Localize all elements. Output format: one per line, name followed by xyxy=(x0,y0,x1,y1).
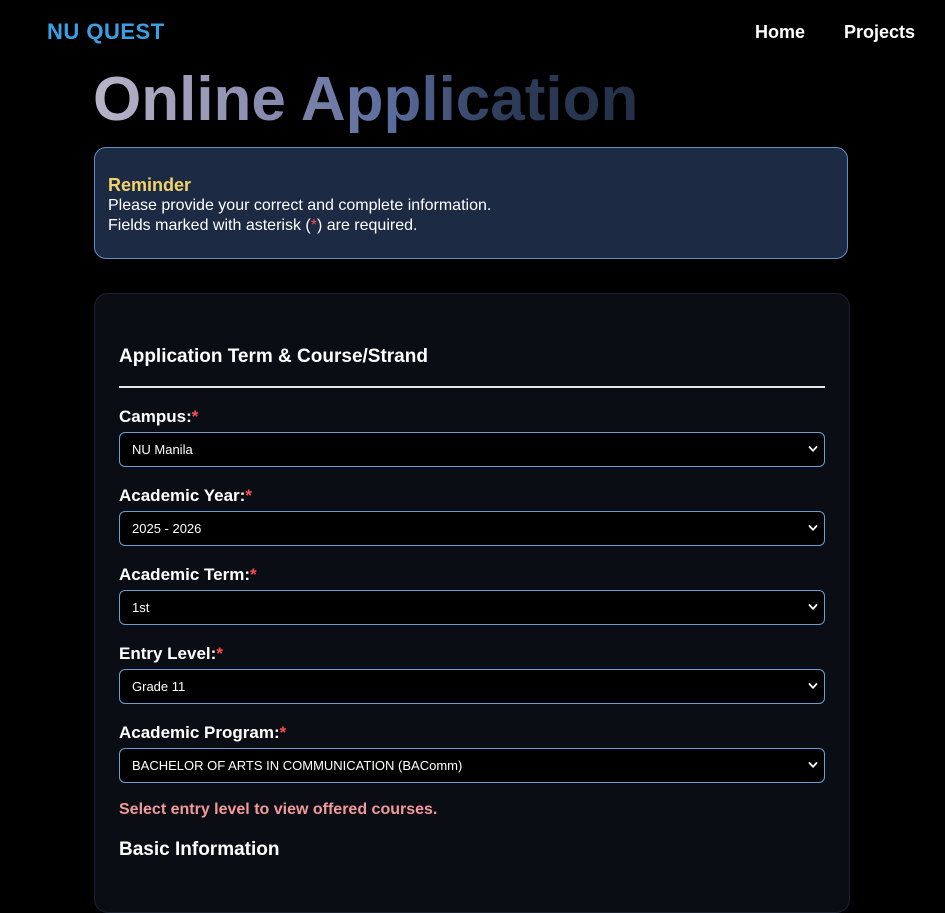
chevron-down-icon xyxy=(808,762,818,768)
reminder-line-2-end: ) are required. xyxy=(316,217,418,234)
academic-year-select-value: 2025 - 2026 xyxy=(132,521,202,536)
reminder-line-1: Please provide your correct and complete… xyxy=(108,197,492,214)
reminder-line-2-start: Fields marked with asterisk ( xyxy=(108,217,311,234)
academic-program-label-text: Academic Program: xyxy=(119,723,280,742)
page-title: Online Application xyxy=(93,62,638,138)
section-title-basic-information: Basic Information xyxy=(119,839,280,860)
top-nav: NU QUEST Home Projects xyxy=(0,0,945,66)
application-form: Application Term & Course/Strand Campus:… xyxy=(94,293,850,913)
chevron-down-icon xyxy=(808,604,818,610)
academic-year-label: Academic Year:* xyxy=(119,486,252,506)
entry-level-hint: Select entry level to view offered cours… xyxy=(119,801,438,818)
required-asterisk: * xyxy=(216,644,223,663)
academic-term-select[interactable]: 1st xyxy=(119,590,825,625)
brand-logo[interactable]: NU QUEST xyxy=(47,19,165,45)
campus-select-value: NU Manila xyxy=(132,442,193,457)
campus-label-text: Campus: xyxy=(119,407,192,426)
reminder-title: Reminder xyxy=(108,175,192,195)
academic-program-label: Academic Program:* xyxy=(119,723,286,743)
entry-level-label: Entry Level:* xyxy=(119,644,223,664)
section-divider xyxy=(119,386,825,388)
campus-select[interactable]: NU Manila xyxy=(119,432,825,467)
chevron-down-icon xyxy=(808,446,818,452)
academic-year-label-text: Academic Year: xyxy=(119,486,246,505)
academic-program-select[interactable]: BACHELOR OF ARTS IN COMMUNICATION (BACom… xyxy=(119,748,825,783)
academic-term-label: Academic Term:* xyxy=(119,565,257,585)
campus-label: Campus:* xyxy=(119,407,198,427)
required-asterisk: * xyxy=(245,486,252,505)
academic-year-select[interactable]: 2025 - 2026 xyxy=(119,511,825,546)
reminder-box: Reminder Please provide your correct and… xyxy=(94,147,848,259)
academic-term-select-value: 1st xyxy=(132,600,150,615)
chevron-down-icon xyxy=(808,683,818,689)
entry-level-select-value: Grade 11 xyxy=(132,679,186,694)
required-asterisk: * xyxy=(250,565,257,584)
nav-link-home[interactable]: Home xyxy=(755,22,805,43)
section-title-application-term: Application Term & Course/Strand xyxy=(119,346,428,367)
entry-level-label-text: Entry Level: xyxy=(119,644,217,663)
academic-program-select-value: BACHELOR OF ARTS IN COMMUNICATION (BACom… xyxy=(132,758,463,773)
entry-level-select[interactable]: Grade 11 xyxy=(119,669,825,704)
required-asterisk: * xyxy=(279,723,287,742)
academic-term-label-text: Academic Term: xyxy=(119,565,251,584)
chevron-down-icon xyxy=(808,525,818,531)
reminder-line-2: Fields marked with asterisk (*) are requ… xyxy=(108,216,834,236)
required-asterisk: * xyxy=(191,407,199,426)
nav-link-projects[interactable]: Projects xyxy=(844,22,915,43)
